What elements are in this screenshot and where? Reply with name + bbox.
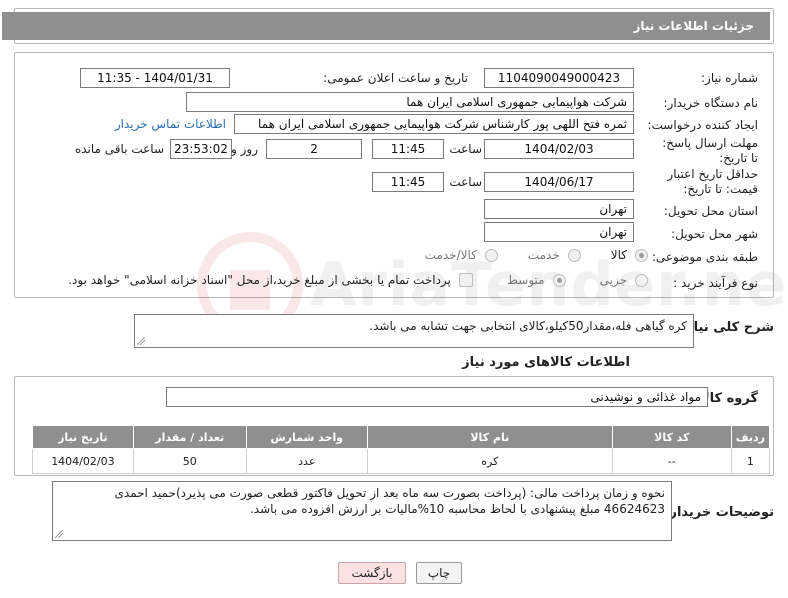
- category-label: طبقه بندی موضوعی:: [651, 250, 758, 264]
- payment-treasury-note: پرداخت تمام یا بخشی از مبلغ خرید،از محل …: [68, 273, 451, 287]
- cell-row: 1: [730, 448, 771, 474]
- col-row: ردیف: [730, 425, 771, 449]
- table-header-row: ردیف کد کالا نام کالا واحد شمارش تعداد /…: [32, 425, 771, 449]
- buyer-notes-textarea[interactable]: نحوه و زمان پرداخت مالی: (پرداخت بصورت س…: [52, 481, 672, 541]
- header-panel: جزئیات اطلاعات نیاز: [2, 8, 774, 44]
- province-field: تهران: [484, 199, 634, 219]
- cell-date: 1404/02/03: [32, 448, 134, 474]
- process-option-minor: جزیی: [599, 273, 627, 287]
- process-radio-minor[interactable]: [635, 273, 648, 287]
- announce-label: تاریخ و ساعت اعلان عمومی:: [323, 71, 468, 85]
- description-text: کره گیاهی فله،مقدار50کیلو،کالای انتخابی …: [369, 319, 687, 333]
- resize-grip-icon[interactable]: [55, 530, 63, 538]
- print-button[interactable]: چاپ: [416, 562, 462, 584]
- deadline-label: مهلت ارسال پاسخ: تا تاریخ:: [658, 136, 758, 166]
- buyer-notes-text: نحوه و زمان پرداخت مالی: (پرداخت بصورت س…: [114, 486, 666, 516]
- col-name: نام کالا: [366, 425, 613, 449]
- table-row[interactable]: 1 -- کره عدد 50 1404/02/03: [32, 448, 771, 474]
- validity-label: حداقل تاریخ اعتبار قیمت: تا تاریخ:: [638, 167, 758, 197]
- back-button[interactable]: بازگشت: [338, 562, 406, 584]
- process-label: نوع فرآیند خرید :: [673, 276, 758, 290]
- creator-label: ایجاد کننده درخواست:: [647, 118, 758, 132]
- col-date: تاریخ نیاز: [32, 425, 134, 449]
- goods-group-field: مواد غذائی و نوشیدنی: [166, 387, 708, 407]
- deadline-label-text: مهلت ارسال پاسخ: تا تاریخ:: [662, 136, 758, 165]
- category-option-service: خدمت: [527, 248, 560, 262]
- cell-name: کره: [366, 448, 613, 474]
- buyer-org-field: شرکت هواپیمایی جمهوری اسلامی ایران هما: [186, 92, 634, 112]
- validity-time-label: ساعت: [449, 175, 482, 189]
- validity-time-field: 11:45: [372, 172, 444, 192]
- description-textarea[interactable]: کره گیاهی فله،مقدار50کیلو،کالای انتخابی …: [134, 314, 694, 348]
- creator-field: ثمره فتح اللهی پور کارشناس شرکت هواپیمای…: [234, 114, 634, 134]
- cell-qty: 50: [132, 448, 247, 474]
- deadline-time-label: ساعت: [449, 142, 482, 156]
- category-radio-service[interactable]: [567, 248, 581, 262]
- col-qty: تعداد / مقدار: [132, 425, 247, 449]
- days-label: روز و: [231, 142, 258, 156]
- payment-treasury-checkbox[interactable]: [458, 273, 473, 287]
- deadline-date-field: 1404/02/03: [484, 139, 634, 159]
- goods-table: ردیف کد کالا نام کالا واحد شمارش تعداد /…: [32, 425, 771, 474]
- category-option-goods: کالا: [610, 248, 627, 262]
- process-radio-medium[interactable]: [552, 273, 566, 287]
- announce-field: 1404/01/31 - 11:35: [80, 68, 230, 88]
- need-number-field: 1104090049000423: [484, 68, 634, 88]
- deadline-time-field: 11:45: [372, 139, 444, 159]
- goods-section-title: اطلاعات کالاهای مورد نیاز: [462, 355, 630, 370]
- buyer-org-label: نام دستگاه خریدار:: [663, 96, 759, 110]
- remaining-time-field: 23:53:02: [170, 139, 232, 159]
- city-label: شهر محل تحویل:: [671, 227, 758, 241]
- process-options: جزیی متوسط پرداخت تمام یا بخشی از مبلغ خ…: [68, 273, 648, 287]
- page-title: جزئیات اطلاعات نیاز: [2, 12, 770, 40]
- buyer-notes-label: توضیحات خریدار:: [664, 505, 774, 520]
- validity-label-text: حداقل تاریخ اعتبار قیمت: تا تاریخ:: [667, 167, 758, 196]
- need-number-label: شماره نیاز:: [701, 71, 758, 85]
- process-option-medium: متوسط: [506, 273, 545, 287]
- col-code: کد کالا: [611, 425, 732, 449]
- days-field: 2: [266, 139, 362, 159]
- category-option-goods-service: کالا/خدمت: [424, 248, 477, 262]
- resize-grip-icon[interactable]: [137, 337, 145, 345]
- province-label: استان محل تحویل:: [663, 204, 758, 218]
- cell-unit: عدد: [245, 448, 368, 474]
- remaining-time-label: ساعت باقی مانده: [74, 142, 164, 156]
- description-label: شرح کلی نیاز:: [680, 320, 774, 335]
- goods-table-wrap: ردیف کد کالا نام کالا واحد شمارش تعداد /…: [32, 425, 771, 474]
- category-radio-goods-service[interactable]: [484, 248, 498, 262]
- cell-code: --: [611, 448, 732, 474]
- contact-info-link[interactable]: اطلاعات تماس خریدار: [115, 117, 226, 131]
- city-field: تهران: [484, 222, 634, 242]
- category-radio-goods[interactable]: [635, 248, 648, 262]
- category-options: کالا خدمت کالا/خدمت: [425, 248, 648, 262]
- col-unit: واحد شمارش: [245, 425, 368, 449]
- validity-date-field: 1404/06/17: [484, 172, 634, 192]
